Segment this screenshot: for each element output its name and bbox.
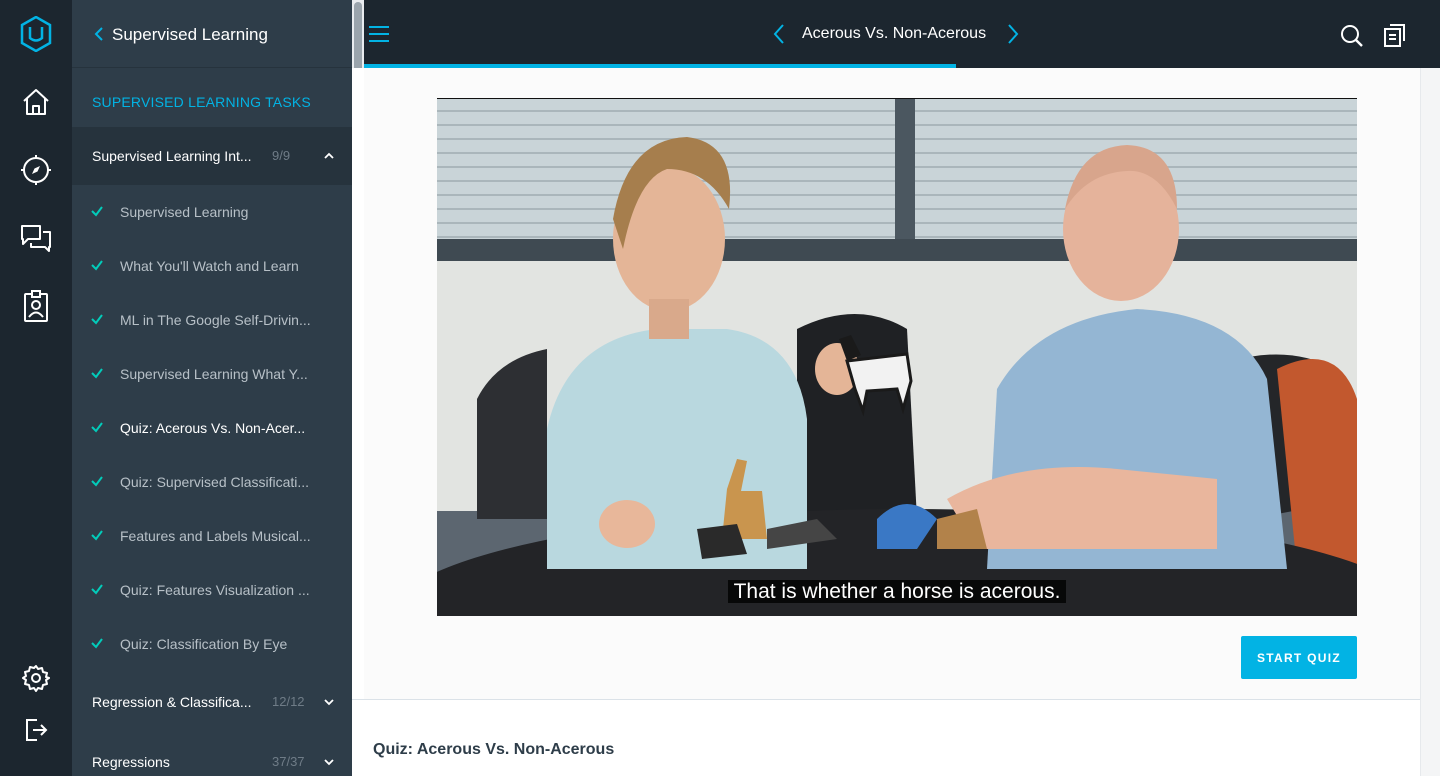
lesson-count: 37/37 — [272, 754, 305, 769]
main-content: That is whether a horse is acerous. STAR… — [352, 68, 1440, 776]
compass-icon[interactable] — [18, 152, 54, 188]
concept-label: What You'll Watch and Learn — [120, 258, 299, 274]
concept-label: Supervised Learning — [120, 204, 249, 220]
lesson-count: 9/9 — [272, 148, 291, 163]
lesson-sidebar: Supervised Learning SUPERVISED LEARNING … — [72, 0, 352, 776]
lesson-item[interactable]: Regression & Classifica... 12/12 — [72, 673, 352, 731]
check-icon — [90, 420, 104, 434]
video-frame — [437, 99, 1357, 616]
start-quiz-button[interactable]: START QUIZ — [1241, 636, 1357, 679]
divider — [352, 699, 1440, 700]
concept-label: Quiz: Acerous Vs. Non-Acer... — [120, 420, 306, 436]
concept-item[interactable]: Quiz: Supervised Classificati... — [72, 455, 352, 509]
caption-text: That is whether a horse is acerous. — [727, 580, 1067, 603]
section-title: SUPERVISED LEARNING TASKS — [92, 94, 311, 110]
sidebar-header: Supervised Learning — [72, 0, 352, 68]
udacity-logo[interactable] — [18, 16, 54, 52]
content-scrollbar[interactable] — [1420, 68, 1440, 776]
concept-item[interactable]: Features and Labels Musical... — [72, 509, 352, 563]
concept-label: Supervised Learning What Y... — [120, 366, 308, 382]
concept-item-active[interactable]: Quiz: Acerous Vs. Non-Acer... — [72, 401, 352, 455]
concept-label: ML in The Google Self-Drivin... — [120, 312, 311, 328]
lesson-label: Supervised Learning Int... — [92, 148, 252, 164]
concept-item[interactable]: Quiz: Features Visualization ... — [72, 563, 352, 617]
check-icon — [90, 528, 104, 542]
chevron-left-icon[interactable] — [94, 24, 106, 44]
notes-icon[interactable] — [1382, 22, 1408, 48]
check-icon — [90, 474, 104, 488]
home-icon[interactable] — [18, 84, 54, 120]
lesson-label: Regressions — [92, 754, 170, 770]
badge-icon[interactable] — [18, 288, 54, 324]
check-icon — [90, 582, 104, 596]
hamburger-menu-icon[interactable] — [368, 24, 390, 44]
check-icon — [90, 258, 104, 272]
concept-label: Quiz: Features Visualization ... — [120, 582, 310, 598]
chevron-right-icon[interactable] — [1006, 23, 1020, 45]
concept-label: Quiz: Supervised Classificati... — [120, 474, 310, 490]
concept-item[interactable]: Quiz: Classification By Eye — [72, 617, 352, 671]
check-icon — [90, 204, 104, 218]
chevron-up-icon — [322, 149, 336, 163]
check-icon — [90, 312, 104, 326]
concept-label: Features and Labels Musical... — [120, 528, 311, 544]
lesson-item[interactable]: Supervised Learning Int... 9/9 — [72, 127, 352, 185]
concept-item[interactable]: ML in The Google Self-Drivin... — [72, 293, 352, 347]
chevron-left-icon[interactable] — [772, 23, 786, 45]
lesson-label: Regression & Classifica... — [92, 694, 252, 710]
concept-item[interactable]: Supervised Learning — [72, 185, 352, 239]
concept-item[interactable]: Supervised Learning What Y... — [72, 347, 352, 401]
video-player[interactable]: That is whether a horse is acerous. — [437, 98, 1357, 616]
chat-icon[interactable] — [18, 220, 54, 256]
search-icon[interactable] — [1340, 24, 1364, 48]
lesson-item[interactable]: Regressions 37/37 — [72, 733, 352, 776]
concept-item[interactable]: What You'll Watch and Learn — [72, 239, 352, 293]
top-bar: Acerous Vs. Non-Acerous — [364, 0, 1440, 68]
logout-icon[interactable] — [18, 712, 54, 748]
sidebar-back-title[interactable]: Supervised Learning — [112, 24, 268, 46]
concept-title: Acerous Vs. Non-Acerous — [802, 25, 987, 42]
settings-icon[interactable] — [18, 660, 54, 696]
check-icon — [90, 366, 104, 380]
concept-label: Quiz: Classification By Eye — [120, 636, 288, 652]
video-caption: That is whether a horse is acerous. — [437, 578, 1357, 606]
chevron-down-icon — [322, 755, 336, 769]
lesson-count: 12/12 — [272, 694, 305, 709]
quiz-heading: Quiz: Acerous Vs. Non-Acerous — [373, 741, 615, 758]
chevron-down-icon — [322, 695, 336, 709]
icon-rail — [0, 0, 72, 776]
check-icon — [90, 636, 104, 650]
